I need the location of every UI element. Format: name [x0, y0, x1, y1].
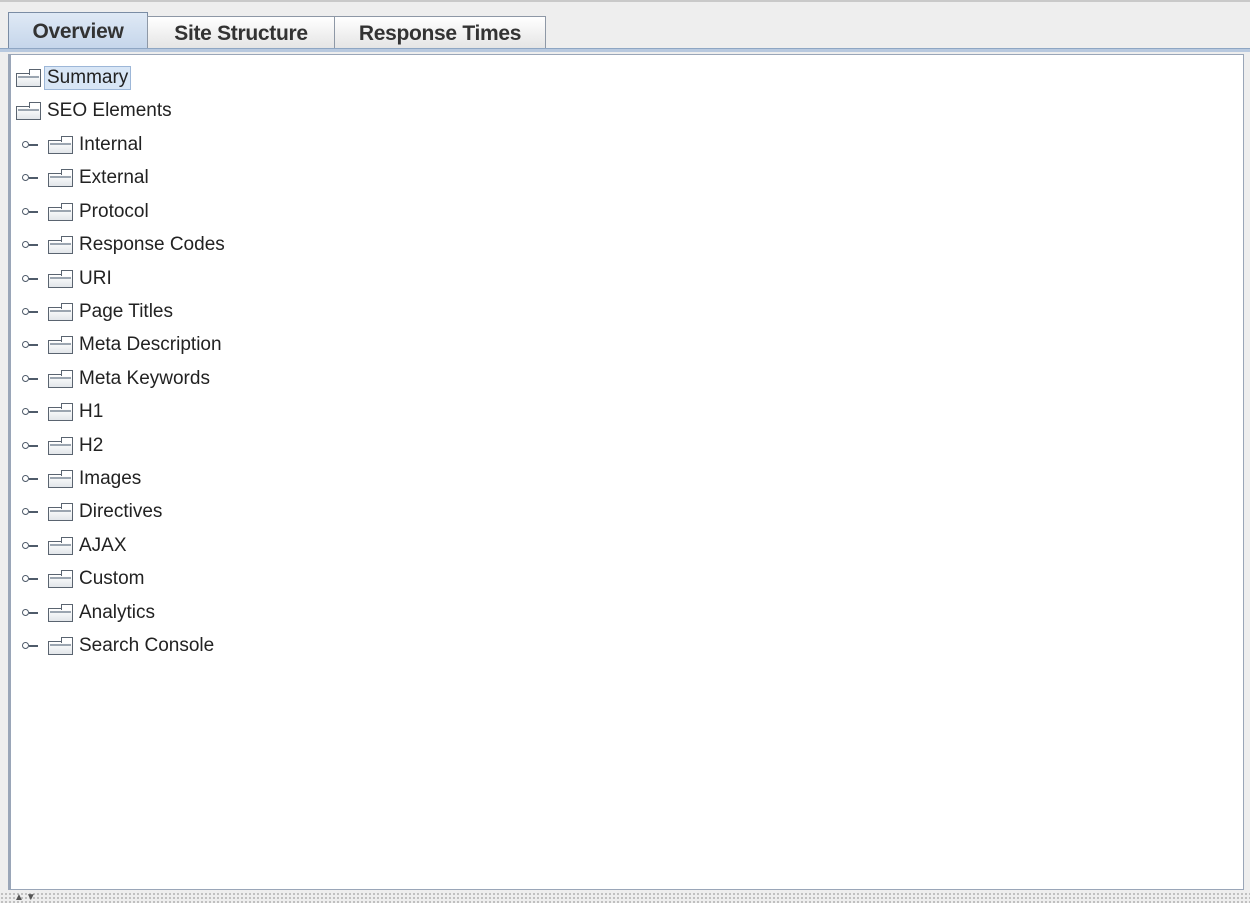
tree-item-response-codes[interactable]: Response Codes [21, 230, 225, 260]
tree-item-label: External [79, 167, 149, 188]
tree-item-label: Search Console [79, 635, 215, 656]
folder-icon [47, 135, 75, 155]
tree-item-label: Images [79, 468, 142, 489]
folder-icon [47, 369, 75, 389]
expand-toggle-icon[interactable] [21, 539, 39, 553]
expand-toggle-icon[interactable] [21, 606, 39, 620]
splitter-bar[interactable] [0, 892, 1250, 903]
folder-icon [47, 302, 75, 322]
expand-toggle-icon[interactable] [21, 171, 39, 185]
tree-item-summary[interactable]: Summary [15, 63, 132, 93]
expand-toggle-icon[interactable] [21, 272, 39, 286]
expand-toggle-icon[interactable] [21, 405, 39, 419]
tree-item-h2[interactable]: H2 [21, 431, 103, 461]
tree-item-search-console[interactable]: Search Console [21, 631, 214, 661]
expand-toggle-icon[interactable] [21, 639, 39, 653]
tree-item-protocol[interactable]: Protocol [21, 197, 149, 227]
tree-item-label: SEO Elements [47, 100, 172, 121]
folder-icon [47, 269, 75, 289]
tree-item-uri[interactable]: URI [21, 264, 112, 294]
folder-icon [47, 603, 75, 623]
tree-item-label: Response Codes [79, 234, 225, 255]
folder-icon [47, 436, 75, 456]
folder-icon [47, 235, 75, 255]
expand-toggle-icon[interactable] [21, 238, 39, 252]
tree-item-seo-elements[interactable]: SEO Elements [15, 96, 172, 126]
tree-item-label: Internal [79, 134, 143, 155]
folder-icon [47, 202, 75, 222]
tab-bar: Overview Site Structure Response Times [0, 0, 1250, 52]
expand-toggle-icon[interactable] [21, 372, 39, 386]
tree-item-label: Summary [44, 66, 132, 90]
app-window: Overview Site Structure Response Times S… [0, 0, 1250, 903]
expand-toggle-icon[interactable] [21, 338, 39, 352]
tree-item-label: H2 [79, 435, 104, 456]
folder-icon [47, 569, 75, 589]
tree-item-internal[interactable]: Internal [21, 130, 142, 160]
tab-overview[interactable]: Overview [8, 12, 148, 50]
tab-site-structure[interactable]: Site Structure [147, 16, 335, 50]
folder-icon [47, 469, 75, 489]
expand-toggle-icon[interactable] [21, 205, 39, 219]
tree-item-h1[interactable]: H1 [21, 397, 103, 427]
tree-item-label: Page Titles [79, 301, 173, 322]
tree-item-directives[interactable]: Directives [21, 497, 162, 527]
tree-item-external[interactable]: External [21, 163, 149, 193]
expand-toggle-icon[interactable] [21, 505, 39, 519]
tab-content-border [0, 48, 1250, 52]
expand-toggle-icon[interactable] [21, 305, 39, 319]
tab-response-times[interactable]: Response Times [334, 16, 546, 50]
expand-toggle-icon[interactable] [21, 572, 39, 586]
tree-item-meta-description[interactable]: Meta Description [21, 330, 222, 360]
tree-item-label: H1 [79, 401, 104, 422]
tree-item-meta-keywords[interactable]: Meta Keywords [21, 364, 210, 394]
folder-icon [47, 636, 75, 656]
folder-icon [15, 101, 43, 121]
tree-item-label: Protocol [79, 201, 149, 222]
expand-toggle-icon[interactable] [21, 138, 39, 152]
folder-icon [47, 536, 75, 556]
tree-item-analytics[interactable]: Analytics [21, 598, 155, 628]
tree-item-label: Directives [79, 501, 163, 522]
expand-toggle-icon[interactable] [21, 439, 39, 453]
tree-item-images[interactable]: Images [21, 464, 141, 494]
tree-item-label: Analytics [79, 602, 156, 623]
folder-icon [15, 68, 43, 88]
tree-item-ajax[interactable]: AJAX [21, 531, 127, 561]
expand-toggle-icon[interactable] [21, 472, 39, 486]
tree-item-custom[interactable]: Custom [21, 564, 144, 594]
folder-icon [47, 335, 75, 355]
tree-item-label: AJAX [79, 535, 127, 556]
tree-item-page-titles[interactable]: Page Titles [21, 297, 173, 327]
tree-item-label: URI [79, 268, 112, 289]
splitter-arrows: ▲ ▼ [14, 893, 36, 903]
arrow-down-icon[interactable]: ▼ [26, 893, 36, 903]
arrow-up-icon[interactable]: ▲ [14, 893, 24, 903]
overview-tree[interactable]: Summary SEO Elements Internal External Pro… [8, 54, 1244, 890]
tab-strip: Overview Site Structure Response Times [8, 12, 546, 50]
tree-item-label: Meta Keywords [79, 368, 210, 389]
folder-icon [47, 502, 75, 522]
tree-item-label: Custom [79, 568, 145, 589]
tree-item-label: Meta Description [79, 334, 222, 355]
folder-icon [47, 168, 75, 188]
folder-icon [47, 402, 75, 422]
